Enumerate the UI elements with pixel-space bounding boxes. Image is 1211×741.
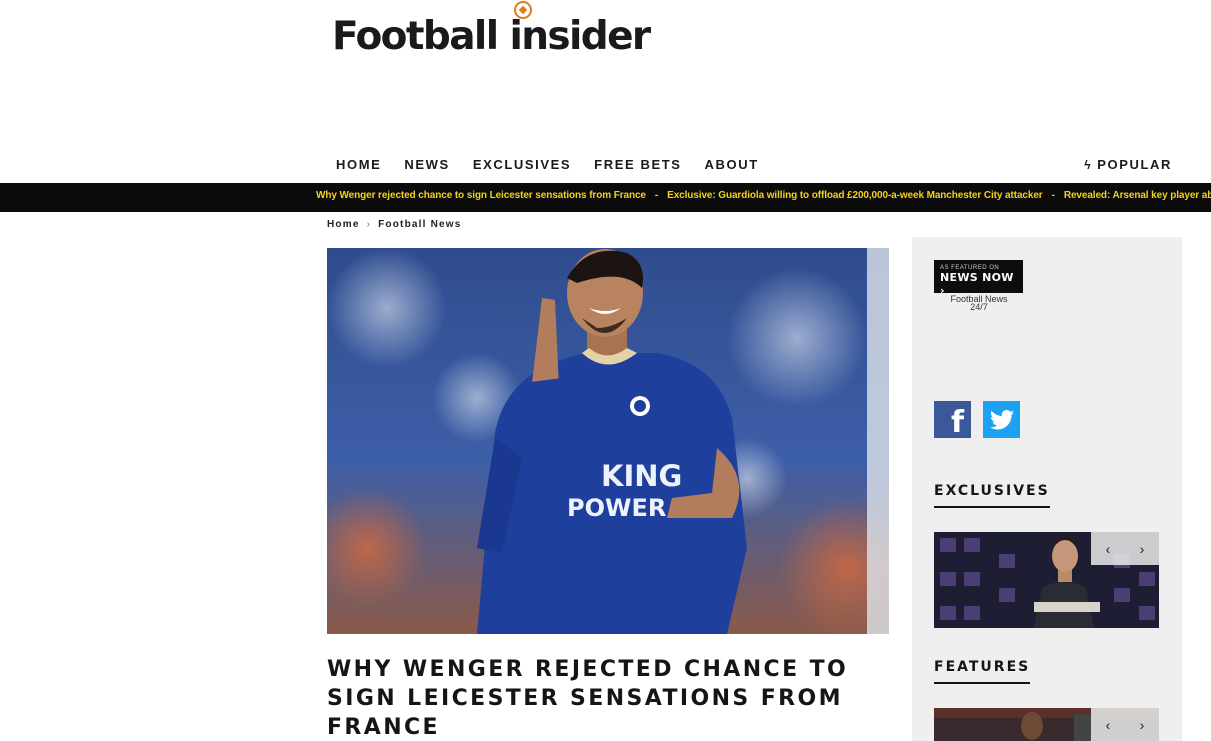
exclusives-carousel-controls: ‹ ›	[1091, 532, 1159, 565]
ticker-separator: -	[654, 190, 659, 201]
sidebar: AS FEATURED ON NEWS NOW › Football News …	[912, 237, 1182, 741]
newsnow-logo: NEWS NOW	[940, 271, 1014, 284]
popular-link[interactable]: ϟ POPULAR	[1084, 157, 1172, 172]
social-links: f	[934, 401, 1020, 440]
breadcrumb-home[interactable]: Home	[327, 219, 360, 230]
nav-free-bets[interactable]: FREE BETS	[594, 157, 681, 172]
chevron-right-icon: ›	[366, 219, 372, 230]
ticker-headline[interactable]: Revealed: Arsenal key player abs	[1064, 190, 1211, 201]
newsnow-caption-line2: 24/7	[970, 302, 988, 312]
nav-about[interactable]: ABOUT	[705, 157, 759, 172]
shirt-sponsor-line1: KING	[601, 459, 682, 493]
features-carousel[interactable]: ‹ ›	[934, 708, 1159, 741]
chevron-left-icon[interactable]: ‹	[1091, 708, 1125, 741]
football-icon	[514, 1, 532, 19]
shirt-sponsor-line2: POWER	[567, 494, 666, 522]
article-headline[interactable]: WHY WENGER REJECTED CHANCE TO SIGN LEICE…	[327, 655, 887, 741]
breadcrumb-current[interactable]: Football News	[378, 219, 461, 230]
nav-news[interactable]: NEWS	[404, 157, 449, 172]
newsnow-badge[interactable]: AS FEATURED ON NEWS NOW ›	[934, 260, 1023, 297]
breadcrumb: Home › Football News	[327, 219, 462, 230]
nav-exclusives[interactable]: EXCLUSIVES	[473, 157, 571, 172]
ticker-headline[interactable]: Exclusive: Guardiola willing to offload …	[667, 190, 1043, 201]
ticker-separator: -	[1051, 190, 1055, 201]
hero-photo: KING POWER	[327, 248, 889, 634]
features-carousel-controls: ‹ ›	[1091, 708, 1159, 741]
facebook-icon: f	[950, 405, 964, 440]
chevron-right-icon[interactable]: ›	[1125, 708, 1159, 741]
nav-home[interactable]: HOME	[336, 157, 381, 172]
facebook-button[interactable]: f	[934, 401, 971, 440]
chevron-left-icon[interactable]: ‹	[1091, 532, 1125, 565]
twitter-button[interactable]	[983, 401, 1020, 438]
ticker-track: Why Wenger rejected chance to sign Leice…	[316, 190, 1211, 201]
news-ticker: Why Wenger rejected chance to sign Leice…	[0, 183, 1211, 212]
exclusives-heading[interactable]: EXCLUSIVES	[934, 483, 1050, 508]
exclusives-carousel[interactable]: ‹ ›	[934, 532, 1159, 628]
logo-text: Football insider	[332, 14, 651, 59]
site-logo[interactable]: Football insider	[332, 1, 651, 59]
chevron-right-icon[interactable]: ›	[1125, 532, 1159, 565]
features-heading[interactable]: FEATURES	[934, 659, 1031, 684]
newsnow-caption: Football News 24/7	[936, 295, 1022, 312]
twitter-icon	[989, 409, 1014, 429]
ticker-headline[interactable]: Why Wenger rejected chance to sign Leice…	[316, 190, 646, 201]
main-nav: HOME NEWS EXCLUSIVES FREE BETS ABOUT	[336, 157, 759, 172]
popular-label: POPULAR	[1097, 157, 1172, 172]
lightning-icon: ϟ	[1084, 157, 1093, 172]
article-hero-image[interactable]: KING POWER	[327, 248, 889, 634]
